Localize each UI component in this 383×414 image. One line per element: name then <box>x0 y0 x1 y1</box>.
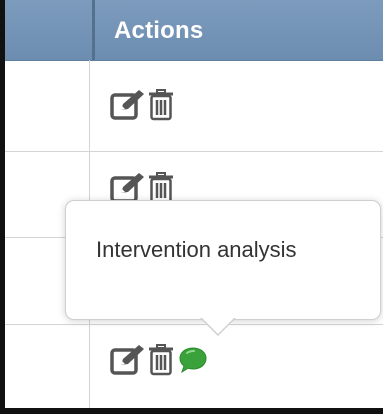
actions-column-header[interactable]: Actions <box>114 17 203 45</box>
table-row <box>90 325 383 408</box>
tooltip: Intervention analysis <box>65 200 381 320</box>
table-header: Actions <box>5 0 383 61</box>
row-actions <box>110 344 208 376</box>
row-actions <box>110 89 174 121</box>
table-row <box>90 61 383 151</box>
frame-border-bottom <box>0 408 383 414</box>
tooltip-caret-fill <box>201 317 235 334</box>
trash-icon[interactable] <box>148 89 174 121</box>
column-resize-handle[interactable] <box>92 0 95 60</box>
table-viewport: Actions Intervention analysis <box>0 0 383 414</box>
frame-border-left <box>0 0 5 414</box>
tooltip-text: Intervention analysis <box>96 237 297 262</box>
comment-icon[interactable] <box>178 345 208 375</box>
edit-icon[interactable] <box>110 344 146 376</box>
trash-icon[interactable] <box>148 344 174 376</box>
edit-icon[interactable] <box>110 89 146 121</box>
